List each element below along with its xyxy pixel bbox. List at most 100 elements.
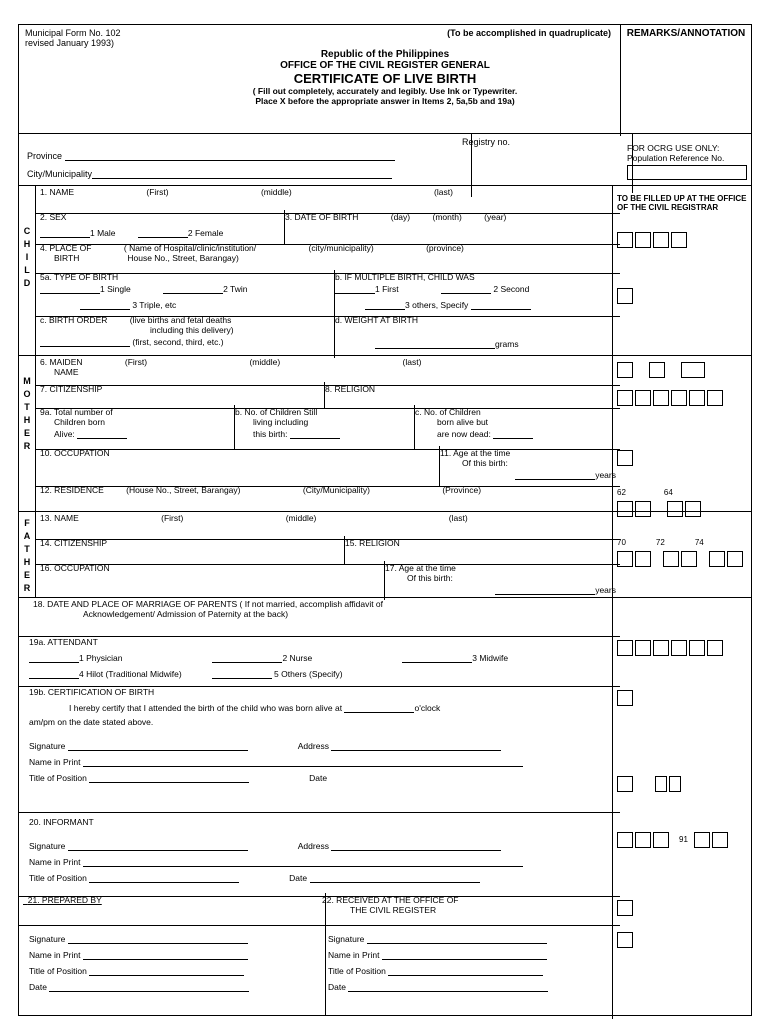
grams-label: grams: [495, 339, 519, 349]
s17-2: Of this birth:: [407, 573, 616, 583]
ocrg-label: FOR OCRG USE ONLY:: [627, 143, 745, 153]
month-label: (month): [433, 212, 462, 222]
sig4: Signature: [328, 934, 364, 944]
father-section: FATHER 13. NAME (First) (middle) (last) …: [19, 511, 751, 598]
field-21-body[interactable]: Signature Name in Print Title of Positio…: [19, 922, 326, 1016]
s12-4: (Province): [442, 485, 481, 495]
field-18-marriage[interactable]: 18. DATE AND PLACE OF MARRIAGE OF PARENT…: [19, 597, 620, 637]
first-label: (First): [146, 187, 168, 197]
boxes-19b2[interactable]: [617, 776, 747, 792]
s19a-label: 19a. ATTENDANT: [23, 635, 616, 649]
boxes-20[interactable]: 91: [617, 832, 747, 848]
date2: Date: [289, 873, 307, 883]
top3: Title of Position: [29, 966, 87, 976]
field-3-dob[interactable]: 3. DATE OF BIRTH (day) (month) (year): [281, 210, 620, 245]
revised-text: revised January 1993): [25, 38, 121, 48]
m-middle: (middle): [249, 357, 280, 367]
boxes-14-15[interactable]: [617, 551, 747, 567]
midwife: 3 Midwife: [472, 653, 508, 663]
s17-1: 17. Age at the time: [385, 563, 616, 573]
field-2-sex[interactable]: 2. SEX 1 Male 2 Female: [36, 210, 285, 245]
multiple-label: b. IF MULTIPLE BIRTH, CHILD WAS: [335, 272, 616, 282]
male-label: 1 Male: [90, 228, 116, 238]
sig3: Signature: [29, 934, 65, 944]
father-content: 13. NAME (First) (middle) (last) 14. CIT…: [36, 511, 620, 597]
place-label: 4. PLACE OF: [40, 243, 92, 253]
field-9b[interactable]: b. No. of Children Still living includin…: [231, 405, 415, 450]
order-label: c. BIRTH ORDER: [40, 315, 107, 325]
field-5b-multiple[interactable]: b. IF MULTIPLE BIRTH, CHILD WAS 1 First …: [331, 270, 620, 317]
boxes-21[interactable]: [617, 900, 747, 916]
right-col-child: TO BE FILLED UP AT THE OFFICE OF THE CIV…: [612, 185, 751, 355]
s12-1: 12. RESIDENCE: [40, 485, 104, 495]
place-city: (city/municipality): [309, 243, 374, 253]
boxes-22[interactable]: [617, 932, 747, 948]
page: Municipal Form No. 102 revised January 1…: [0, 0, 770, 1024]
right-col-20: 91: [612, 809, 751, 899]
boxes-6[interactable]: [617, 362, 747, 378]
nurse: 2 Nurse: [282, 653, 312, 663]
day-label: (day): [391, 212, 410, 222]
section-20: 20. INFORMANT Signature Address Name in …: [19, 809, 751, 893]
addr1: Address: [298, 741, 329, 751]
top4: Title of Position: [328, 966, 386, 976]
right-col-19a: [612, 633, 751, 689]
n62: 62: [617, 488, 626, 497]
field-5d-weight[interactable]: d. WEIGHT AT BIRTH grams: [331, 313, 620, 358]
s9a-1: 9a. Total number of: [40, 407, 230, 417]
cert-text: I hereby certify that I attended the bir…: [69, 703, 342, 713]
right-col-father: 707274: [612, 511, 751, 597]
s9b-2: living including: [253, 417, 410, 427]
bfirst-label: 1 First: [375, 284, 399, 294]
boxes-19b[interactable]: [617, 690, 747, 706]
field-19b-cert[interactable]: 19b. CERTIFICATION OF BIRTH I hereby cer…: [19, 683, 620, 813]
field-19a-attendant[interactable]: 19a. ATTENDANT 1 Physician2 Nurse3 Midwi…: [19, 633, 620, 687]
s22-2: THE CIVIL REGISTER: [350, 905, 616, 915]
s11-1: 11. Age at the time: [440, 448, 616, 458]
nip3: Name in Print: [29, 950, 81, 960]
field-5c-order[interactable]: c. BIRTH ORDER (live births and fetal de…: [36, 313, 335, 358]
twin-label: 2 Twin: [223, 284, 247, 294]
n70: 70: [617, 538, 626, 547]
s22-1: 22. RECEIVED AT THE OFFICE OF: [322, 895, 616, 905]
fillup-label: TO BE FILLED UP AT THE OFFICE OF THE CIV…: [617, 194, 747, 212]
nip2: Name in Print: [29, 857, 81, 867]
field-20-informant[interactable]: 20. INFORMANT Signature Address Name in …: [19, 809, 620, 897]
province-label: Province: [27, 151, 62, 161]
field-10-occupation[interactable]: 10. OCCUPATION: [36, 446, 440, 487]
boxes-10[interactable]: [617, 450, 747, 466]
field-16-occupation[interactable]: 16. OCCUPATION: [36, 561, 385, 600]
field-9a[interactable]: 9a. Total number of Children born Alive:: [36, 405, 235, 450]
form-border: Municipal Form No. 102 revised January 1…: [18, 24, 752, 1016]
field-11-age[interactable]: 11. Age at the time Of this birth: years: [436, 446, 620, 487]
child-content: 1. NAME (First) (middle) (last) 2. SEX 1…: [36, 185, 620, 355]
name-label: 1. NAME: [40, 187, 74, 197]
s9a-3: Alive:: [54, 429, 75, 439]
s12-2: (House No., Street, Barangay): [126, 485, 240, 495]
field-22-body[interactable]: Signature Name in Print Title of Positio…: [318, 922, 620, 1016]
boxes-7-8[interactable]: [617, 390, 747, 406]
field-9c[interactable]: c. No. of Children born alive but are no…: [411, 405, 620, 450]
place-prov: (province): [426, 243, 464, 253]
section-19b: 19b. CERTIFICATION OF BIRTH I hereby cer…: [19, 683, 751, 809]
s9c-2: born alive but: [437, 417, 616, 427]
date1: Date: [309, 773, 327, 783]
field-17-age[interactable]: 17. Age at the time Of this birth: years: [381, 561, 620, 600]
addr2: Address: [298, 841, 329, 851]
field-12-residence[interactable]: 12. RESIDENCE (House No., Street, Barang…: [36, 483, 620, 514]
boxes-5[interactable]: [617, 288, 747, 304]
s9c-1: c. No. of Children: [415, 407, 616, 417]
s19b-label: 19b. CERTIFICATION OF BIRTH: [23, 685, 616, 699]
m-first: (First): [125, 357, 147, 367]
mother-label: MOTHER: [19, 355, 36, 511]
s11-2: Of this birth:: [462, 458, 616, 468]
single-label: 1 Single: [100, 284, 131, 294]
f-first: (First): [161, 513, 183, 523]
popref-box[interactable]: [627, 165, 747, 180]
f-name-label: 13. NAME: [40, 513, 79, 523]
boxes-4[interactable]: [617, 232, 747, 248]
s12-3: (City/Municipality): [303, 485, 370, 495]
boxes-18[interactable]: [617, 640, 747, 656]
mother-section: MOTHER 6. MAIDEN (First) (middle) (last)…: [19, 355, 751, 512]
field-5a-type[interactable]: 5a. TYPE OF BIRTH 1 Single 2 Twin 3 Trip…: [36, 270, 335, 317]
